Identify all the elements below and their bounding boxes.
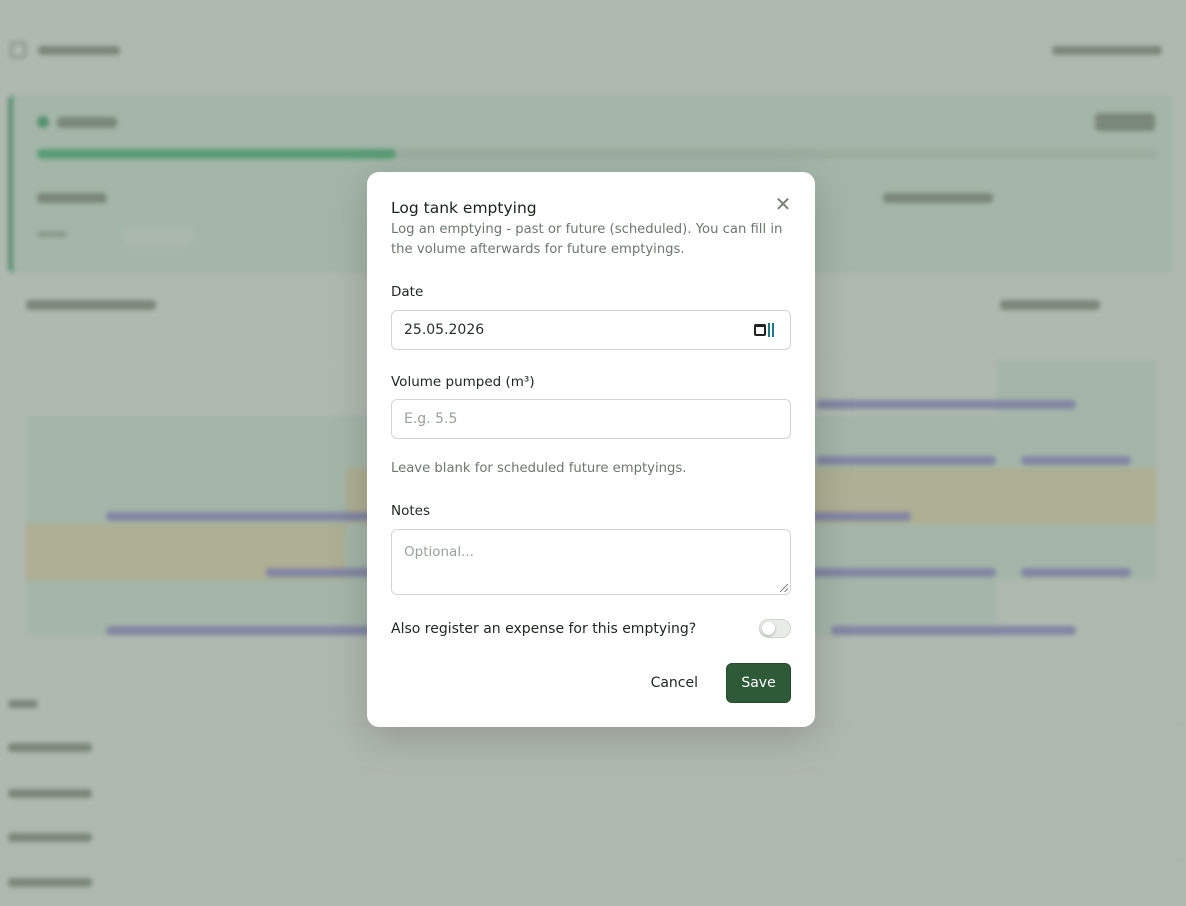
dialog-title: Log tank emptying xyxy=(391,199,537,217)
log-emptying-dialog: ✕ Log tank emptying Log an emptying - pa… xyxy=(367,172,815,727)
resize-handle-icon[interactable] xyxy=(780,584,788,592)
date-field[interactable]: 25.05.2026 xyxy=(391,310,791,350)
expense-toggle-label: Also register an expense for this emptyi… xyxy=(391,620,697,637)
notes-label: Notes xyxy=(391,503,430,519)
notes-placeholder: Optional... xyxy=(404,544,474,560)
dialog-actions: Cancel Save xyxy=(635,663,791,703)
calendar-icon[interactable] xyxy=(754,322,778,338)
expense-toggle-row: Also register an expense for this emptyi… xyxy=(391,619,791,638)
volume-label: Volume pumped (m³) xyxy=(391,374,535,390)
close-icon[interactable]: ✕ xyxy=(773,194,793,214)
date-value: 25.05.2026 xyxy=(404,322,485,338)
date-label: Date xyxy=(391,284,424,300)
volume-input[interactable]: E.g. 5.5 xyxy=(391,399,791,439)
volume-placeholder: E.g. 5.5 xyxy=(404,411,458,427)
save-button[interactable]: Save xyxy=(726,663,791,703)
notes-textarea[interactable]: Optional... xyxy=(391,529,791,595)
expense-toggle[interactable] xyxy=(759,619,791,638)
cancel-button[interactable]: Cancel xyxy=(635,663,714,703)
dialog-description: Log an emptying - past or future (schedu… xyxy=(391,222,783,257)
volume-hint: Leave blank for scheduled future emptyin… xyxy=(391,461,687,476)
